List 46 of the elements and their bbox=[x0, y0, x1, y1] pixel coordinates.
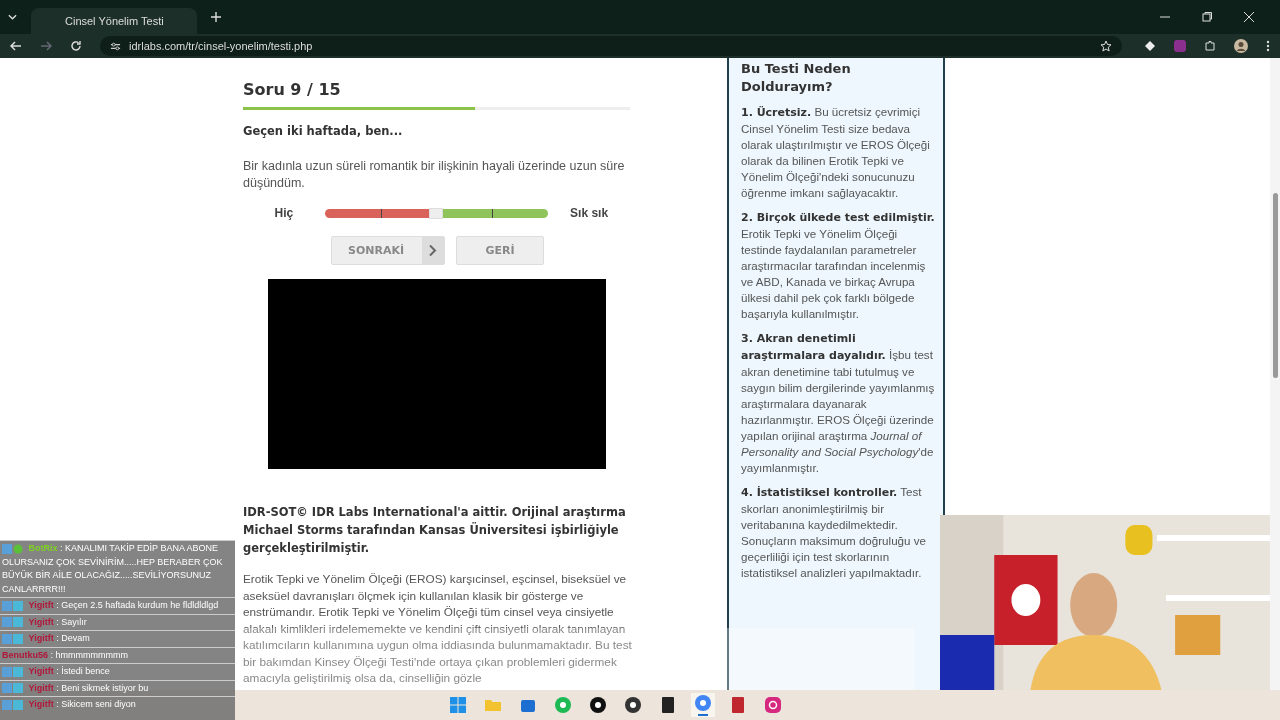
puzzle-icon[interactable] bbox=[1204, 40, 1216, 52]
reload-icon[interactable] bbox=[70, 40, 82, 52]
browser-tab[interactable]: Cinsel Yönelim Testi bbox=[31, 8, 197, 34]
chevron-icon bbox=[422, 237, 444, 264]
restore-icon[interactable] bbox=[1202, 12, 1212, 22]
panel-paragraph: 4. İstatistiksel kontroller. Test skorları anonimleştirilmiş bir veritabanına kaydedilmektedir. Sonuçların maksimum doğruluğu ve geçerliliği için test skorlarının istatistiksel analizleri yapılmaktadır. bbox=[741, 484, 927, 581]
subscriber-badge-icon bbox=[2, 666, 24, 677]
chevron-icon[interactable] bbox=[8, 14, 17, 20]
bot-badge-icon bbox=[2, 543, 24, 554]
chat-message: Yigitft : Devam bbox=[0, 630, 235, 647]
scale-label: Sık sık bbox=[569, 206, 610, 220]
credit-text: IDR-SOT© IDR Labs International'a aittir. Orijinal araştırma Michael Storms tarafından Kansas Üniversitesi işbirliğiyle gerçekleştirilmiştir. bbox=[243, 504, 627, 557]
chat-message: Yigitft : Beni sikmek istiyor bu bbox=[0, 679, 235, 696]
address-bar[interactable]: idrlabs.com/tr/cinsel-yonelim/testi.php bbox=[100, 36, 1122, 56]
menu-icon[interactable] bbox=[1266, 40, 1270, 52]
question-title: Soru 9 / 15 bbox=[243, 80, 342, 99]
scale-label: Hiç bbox=[273, 206, 295, 220]
back-icon[interactable] bbox=[10, 40, 22, 52]
site-settings-icon[interactable] bbox=[110, 40, 121, 52]
question-text: Bir kadınla uzun süreli romantik bir ilişkinin hayali üzerinde uzun süre düşündüm. bbox=[243, 158, 626, 192]
chat-message: Yigitft : Sikicem seni diyon bbox=[0, 696, 235, 713]
subscriber-badge-icon bbox=[2, 699, 24, 710]
star-icon[interactable] bbox=[1100, 40, 1112, 52]
chat-message: Yigitft : Sayılır bbox=[0, 613, 235, 630]
close-icon[interactable] bbox=[1244, 12, 1254, 22]
slider-thumb[interactable] bbox=[429, 207, 444, 219]
description-text: Erotik Tepki ve Yönelim Ölçeği (EROS) karşıcinsel, eşcinsel, biseksüel ve aseksüel davranışları ölçmek için kullanılan klasik bir gösterge ve enstrümandır. Erotik Tepki ve Yönelim Ölçeği tüm cinsel veya cinsiyetle alakalı kimlikleri irdelememekte ve kendini çift cinsiyetli olarak tanımlayan katılımcıların kullanımına uygun olma iddiasında bulunmamaktadır. Bu test bir bakımdan Kinsey Ölçeği Testi'nde ortaya çıkan problemleri gidermek amacıyla geliştirilmiş olsa da, cinselliğin gözle bbox=[243, 571, 633, 687]
avatar-icon[interactable] bbox=[1234, 39, 1248, 53]
subscriber-badge-icon bbox=[2, 600, 24, 611]
panel-title: Bu Testi Neden Doldurayım? bbox=[741, 60, 852, 96]
new-tab-icon[interactable] bbox=[211, 12, 221, 22]
subscriber-badge-icon bbox=[2, 617, 24, 628]
answer-slider[interactable] bbox=[324, 208, 549, 218]
subscriber-badge-icon bbox=[2, 683, 24, 694]
question-prompt: Geçen iki haftada, ben... bbox=[243, 124, 404, 138]
chat-message: Benutku56 : hmmmmmmmmm bbox=[0, 646, 235, 663]
scrollbar[interactable] bbox=[1270, 58, 1280, 690]
forward-icon[interactable] bbox=[40, 40, 52, 52]
extension-icon[interactable] bbox=[1144, 40, 1156, 52]
panel-paragraph: 1. Ücretsiz. Bu ücretsiz çevrimiçi Cinsel Yönelim Testi size bedava olarak ulaştırılmıştır ve EROS Ölçeği olarak da bilinen Erotik Tepki ve Yönelim Ölçeği'ndeki sonucunuzu öğrenme imkanı sağlayacaktır. bbox=[741, 104, 931, 201]
chat-message: BotRix : KANALIMI TAKİP EDİP BANA ABONE OLURSANIZ ÇOK SEVİNİRİM.....HEP BERABER ÇOK BÜYÜK BİR AİLE OLACAĞIZ.....SEVİLİYORSUNUZ CANLARRRR!!! bbox=[0, 540, 235, 597]
subscriber-badge-icon bbox=[2, 633, 24, 644]
panel-paragraph: 3. Akran denetimli araştırmalara dayalıdır. İşbu test akran denetimine tabi tutulmuş ve saygın bilim dergilerinde yayımlanmış araştırmalara dayanarak hazırlanmıştır. EROS Ölçeği üzerinde yapılan orijinal araştırma Journal of Personality and Social Psychology'de yayımlanmıştır. bbox=[741, 331, 936, 476]
chat-message: Yigitft : Geçen 2.5 haftada kurdum he fldldldlgd bbox=[0, 597, 235, 614]
chat-message: Yigitft : İstedi bence bbox=[0, 663, 235, 680]
panel-paragraph: 2. Birçok ülkede test edilmiştir. Erotik Tepki ve Yönelim Ölçeği testinde faydalanılan parametreler araştırmacılar tarafından incelenmiş ve ABD, Kanada ve birkaç Avrupa ülkesi dahil pek çok farklı bölgede başarıyla kullanılmıştır. bbox=[741, 210, 936, 322]
